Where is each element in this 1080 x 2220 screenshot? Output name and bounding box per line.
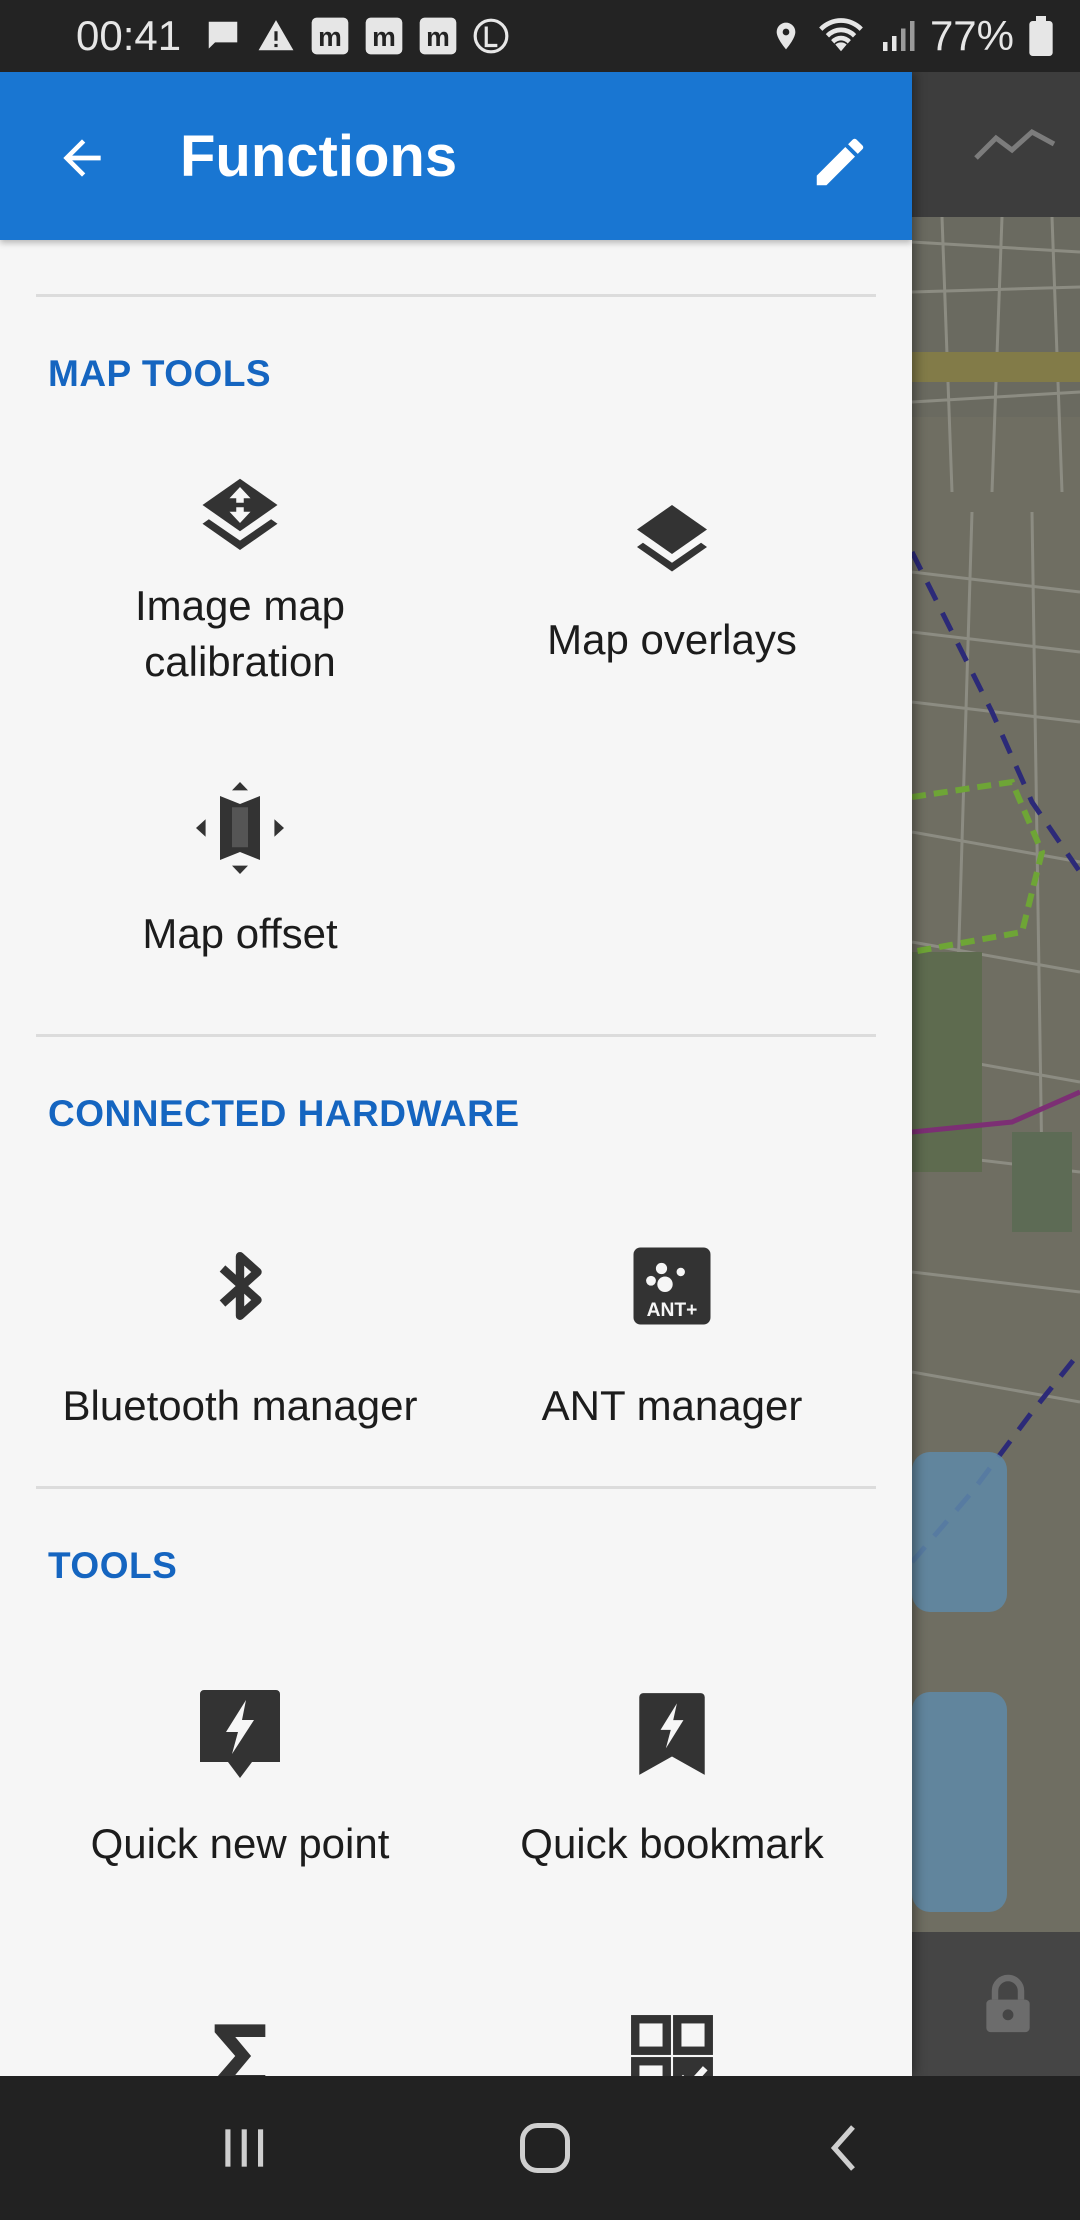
divider [36,1034,876,1037]
l-circle-icon [473,18,509,54]
pencil-icon [816,138,864,186]
map-top-toolbar [912,72,1080,217]
divider [36,1486,876,1489]
qr-code-icon [624,2008,720,2076]
tile-label: Bluetooth manager [62,1382,418,1429]
status-system-icons: 77% [770,12,1054,60]
tile-image-map-calibration[interactable]: Image map calibration [24,472,456,690]
tile-label: Quick new point [90,1820,390,1867]
battery-percent: 77% [929,12,1014,59]
quick-bookmark-icon [624,1686,720,1782]
divider [36,294,876,297]
home-icon [520,2123,570,2173]
status-time: 00:41 [76,12,182,59]
tile-label: Image map calibration [134,582,346,685]
map-view[interactable] [912,72,1080,2076]
map-bottom-bar [912,1932,1080,2076]
layers-calibration-icon [192,472,288,568]
tile-label: Map offset [142,910,338,957]
m-notification-icon: m [419,17,457,55]
nav-back-button[interactable] [786,2108,906,2188]
sigma-icon [192,2008,288,2076]
lock-icon[interactable] [982,1972,1034,2036]
back-button[interactable] [46,122,118,194]
layers-icon [624,492,720,588]
tile-ant-manager[interactable]: ANT+ ANT manager [456,1238,888,1434]
tile-sigma[interactable] [24,2008,456,2076]
map-tiles [912,216,1080,1912]
arrow-back-icon [63,139,101,177]
recent-apps-button[interactable] [184,2108,304,2188]
status-bar: 00:41 m m m 77% [0,0,1080,72]
quick-point-icon [192,1686,288,1782]
home-button[interactable] [485,2108,605,2188]
edit-button[interactable] [800,122,880,202]
tile-quick-new-point[interactable]: Quick new point [24,1686,456,1872]
system-nav-bar [0,2076,1080,2220]
svg-text:m: m [372,22,396,52]
bluetooth-icon [192,1238,288,1334]
tile-label: Quick bookmark [520,1820,824,1867]
elevation-chart-icon[interactable] [972,124,1058,164]
tile-map-overlays[interactable]: Map overlays [456,492,888,668]
tile-bluetooth-manager[interactable]: Bluetooth manager [24,1238,456,1434]
svg-text:m: m [426,22,450,52]
tile-qr-code[interactable] [456,2008,888,2076]
status-notification-icons: m m m [204,14,510,58]
svg-text:m: m [318,22,342,52]
warning-icon [258,20,294,51]
functions-drawer: Functions MAP TOOLS Image map calibratio… [0,72,912,2076]
app-bar: Functions [0,72,912,240]
section-title-tools: TOOLS [48,1545,178,1586]
tile-map-offset[interactable]: Map offset [24,780,456,962]
signal-icon [882,21,915,51]
back-icon [830,2125,855,2171]
ant-plus-icon-text: ANT+ [647,1300,698,1321]
m-notification-icon: m [365,17,403,55]
tile-label: Map overlays [547,616,797,663]
ant-plus-icon: ANT+ [624,1238,720,1334]
page-title: Functions [180,124,458,189]
recent-apps-icon [225,2129,264,2167]
tile-label: ANT manager [541,1382,803,1429]
section-title-map-tools: MAP TOOLS [48,353,272,394]
section-title-connected-hardware: CONNECTED HARDWARE [48,1093,520,1134]
screen: 00:41 m m m 77% Functions MAP TOOLS Imag… [0,0,1080,2220]
wifi-icon [819,18,863,52]
m-notification-icon: m [311,17,349,55]
chat-icon [208,21,238,49]
tile-quick-bookmark[interactable]: Quick bookmark [456,1686,888,1872]
map-offset-icon [192,780,288,876]
location-icon [776,22,796,50]
battery-icon [1029,16,1053,56]
